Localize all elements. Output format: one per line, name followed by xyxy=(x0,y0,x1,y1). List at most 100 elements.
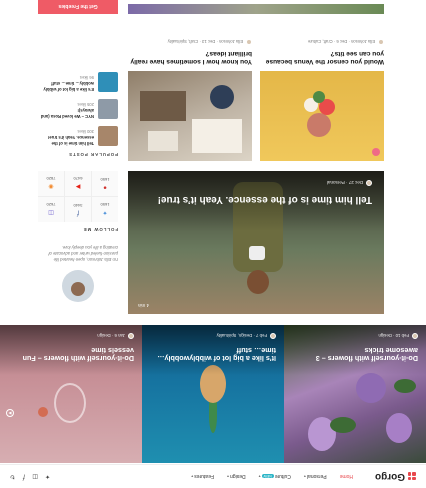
meta-text: Dec 27 · Personal xyxy=(326,180,363,186)
avatar xyxy=(246,38,252,45)
social-rss[interactable]: ◉ 7820 xyxy=(38,170,64,196)
avatar xyxy=(128,333,134,339)
featured-card[interactable]: ▶ Do-it-yourself with flowers – Fun vess… xyxy=(0,325,142,463)
popular-title[interactable]: It’s like a big lot of wibbly wobbly… ti… xyxy=(38,80,94,92)
popular-list: Tell him time is of the essence. Yeah it… xyxy=(38,71,118,146)
nav-label: Design xyxy=(230,473,246,480)
play-icon[interactable]: ▶ xyxy=(6,409,14,417)
featured-title[interactable]: It’s like a big lot of wibblywobbly… tim… xyxy=(148,345,276,364)
post-image xyxy=(260,71,384,161)
featured-card[interactable]: It’s like a big lot of wibblywobbly… tim… xyxy=(142,325,284,463)
social-youtube[interactable]: ▶ 6470 xyxy=(65,170,91,196)
pineapple-leaf xyxy=(209,399,217,433)
meta-text: Ella Johnson · Dec 13 · Craft, Spiritual… xyxy=(167,39,243,45)
social-facebook[interactable]: ƒ 3440 xyxy=(65,196,91,222)
flower-decoration xyxy=(386,413,412,443)
read-time: 4 min xyxy=(138,303,150,308)
site-logo[interactable]: Gorgo xyxy=(375,471,416,482)
vase-image xyxy=(54,383,86,423)
list-item[interactable]: Tell him time is of the essence. Yeah it… xyxy=(38,125,118,146)
meta-text: Feb 7 · Design, Spirituality xyxy=(216,333,267,339)
nav-label: Culture xyxy=(274,473,291,480)
social-pinterest[interactable]: ● 1650 xyxy=(92,170,118,196)
post-card[interactable]: You know how I sometimes have really bri… xyxy=(128,38,252,161)
author-widget: I'm Ella Johnson, open-hearted life pass… xyxy=(38,244,118,302)
featured-card[interactable]: Do-it-yourself with flowers – 3 awesome … xyxy=(284,325,426,463)
avatar xyxy=(270,333,276,339)
social-instagram[interactable]: ◫ 7620 xyxy=(38,196,64,222)
nav-item-home[interactable]: Home xyxy=(340,474,353,480)
nav-label: Features xyxy=(194,473,214,480)
pinterest-icon: ● xyxy=(103,183,107,190)
nav-item-culture[interactable]: CultureNEW▾ xyxy=(259,474,291,480)
desk-image xyxy=(140,85,242,153)
featured-meta: Feb 10 · Design xyxy=(378,333,418,339)
flower-image xyxy=(304,91,335,137)
rss-icon: ◉ xyxy=(48,183,54,190)
social-count: 6470 xyxy=(73,176,83,182)
freebies-button[interactable]: Get the Freebies xyxy=(38,0,118,14)
next-posts-preview xyxy=(128,4,384,14)
featured-meta: Feb 7 · Design, Spirituality xyxy=(217,333,276,339)
brand-name: Gorgo xyxy=(375,471,405,482)
popular-heading: POPULAR POSTS xyxy=(68,151,118,157)
list-item[interactable]: It’s like a big lot of wibbly wobbly… ti… xyxy=(38,71,118,92)
main-nav: Home Personal▾ CultureNEW▾ Design▾ Featu… xyxy=(191,474,353,480)
featured-title[interactable]: Do-it-yourself with flowers – 3 awesome … xyxy=(290,345,418,364)
social-grid: ✦ 1650 ƒ 3440 ◫ 7620 ● 1650 ▶ 6470 ◉ 7820 xyxy=(38,170,118,222)
sidebar: I'm Ella Johnson, open-hearted life pass… xyxy=(38,0,118,324)
chevron-down-icon: ▾ xyxy=(303,474,306,480)
header-socials: ✦ ◫ ƒ ↻ xyxy=(10,473,50,480)
popular-title[interactable]: NYC – We loved Rosa (and always)! xyxy=(38,107,94,119)
person-head xyxy=(247,270,269,294)
meta-text: Jan 6 · Design xyxy=(97,333,125,339)
featured-meta: Jan 6 · Design xyxy=(97,333,134,339)
nav-item-features[interactable]: Features▾ xyxy=(191,474,214,480)
social-count: 7620 xyxy=(46,202,56,208)
avatar xyxy=(366,180,372,186)
social-count: 3440 xyxy=(73,202,83,208)
author-avatar xyxy=(62,270,94,302)
refresh-icon[interactable]: ↻ xyxy=(10,473,15,480)
list-item[interactable]: NYC – We loved Rosa (and always)! 205 lik… xyxy=(38,98,118,119)
leaf-decoration xyxy=(394,379,416,393)
post-image xyxy=(128,71,252,161)
hero-meta: Dec 27 · Personal xyxy=(327,180,372,186)
hero-post[interactable]: 4 min Tell him time is of the essence. Y… xyxy=(128,171,384,314)
author-bio: I'm Ella Johnson, open-hearted life pass… xyxy=(48,244,118,262)
post-thumbnail xyxy=(98,71,118,92)
leaf-decoration xyxy=(330,417,356,433)
nav-item-design[interactable]: Design▾ xyxy=(227,474,246,480)
popular-meta: 205 likes xyxy=(77,102,94,108)
twitter-icon[interactable]: ✦ xyxy=(45,473,50,480)
post-title[interactable]: Would you censor the Venus because you c… xyxy=(260,49,384,65)
hero-title[interactable]: Tell him time is of the essence. Yeah it… xyxy=(148,193,372,205)
twitter-icon: ✦ xyxy=(102,209,108,216)
featured-strip: Do-it-yourself with flowers – 3 awesome … xyxy=(0,325,426,463)
nav-badge: NEW xyxy=(261,474,274,479)
social-twitter[interactable]: ✦ 1650 xyxy=(92,196,118,222)
meta-text: Ella Johnson · Dec 6 · Craft, Culture xyxy=(307,39,375,45)
post-card[interactable]: Would you censor the Venus because you c… xyxy=(260,38,384,161)
featured-title[interactable]: Do-it-yourself with flowers – Fun vessel… xyxy=(6,345,134,364)
site-header: Gorgo Home Personal▾ CultureNEW▾ Design▾… xyxy=(0,464,426,488)
page: Gorgo Home Personal▾ CultureNEW▾ Design▾… xyxy=(0,0,426,488)
post-thumbnail xyxy=(98,125,118,146)
nav-label: Home xyxy=(339,473,353,480)
heart-icon[interactable] xyxy=(372,148,380,156)
facebook-icon[interactable]: ƒ xyxy=(22,473,25,480)
popular-title[interactable]: Tell him time is of the essence. Yeah it… xyxy=(38,134,94,146)
facebook-icon: ƒ xyxy=(76,209,80,216)
main-content: 4 min Tell him time is of the essence. Y… xyxy=(128,4,384,324)
popular-meta: 96 likes xyxy=(79,75,94,81)
cup-image xyxy=(249,246,265,260)
chevron-down-icon: ▾ xyxy=(258,474,261,480)
post-title[interactable]: You know how I sometimes have really bri… xyxy=(128,49,252,65)
youtube-icon: ▶ xyxy=(75,183,81,190)
instagram-icon[interactable]: ◫ xyxy=(32,473,38,480)
post-meta: Ella Johnson · Dec 13 · Craft, Spiritual… xyxy=(128,38,252,45)
nav-item-personal[interactable]: Personal▾ xyxy=(304,474,327,480)
post-thumbnail xyxy=(98,98,118,119)
popular-text: It’s like a big lot of wibbly wobbly… ti… xyxy=(38,72,94,92)
follow-heading: FOLLOW ME xyxy=(82,226,118,232)
